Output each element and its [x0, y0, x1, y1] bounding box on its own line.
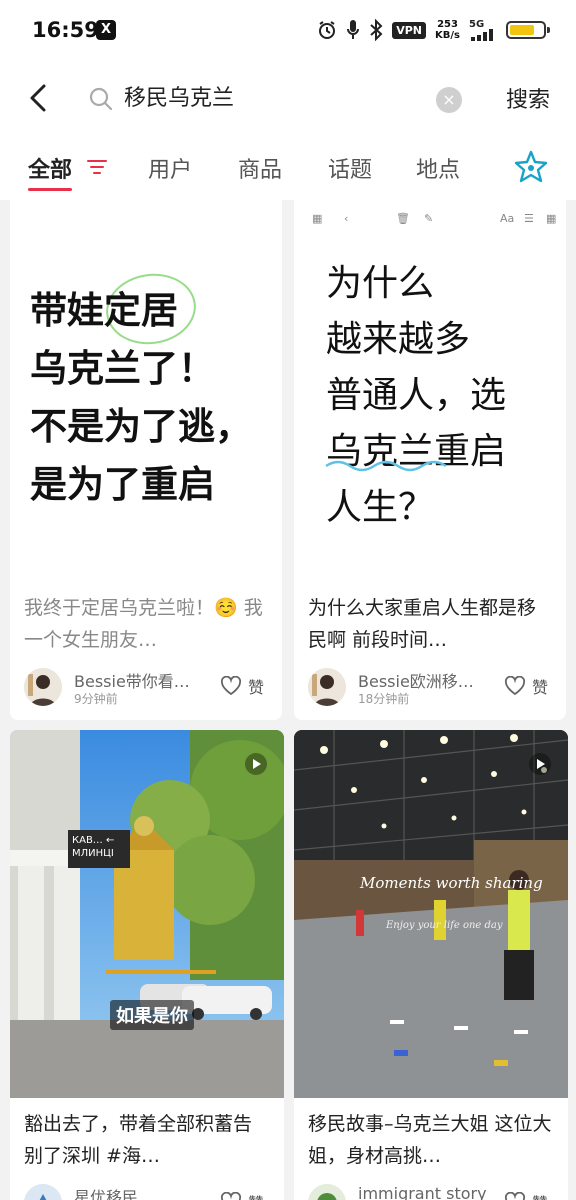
post-time: 18分钟前: [358, 692, 410, 706]
network-speed-unit: KB/s: [435, 30, 460, 41]
like-label[interactable]: 赞: [532, 674, 548, 698]
note-title: 豁出去了，带着全部积蓄告别了深圳 #海…: [24, 1113, 253, 1167]
note-card[interactable]: ▦ ‹ 🗑 ✎ Aa ☰ ▦ 为什么 越来越多 普通人，选 乌克兰重启 人生？ …: [294, 200, 566, 720]
result-tabs: 全部 用户 商品 话题 地点: [0, 138, 576, 200]
avatar[interactable]: [308, 1184, 346, 1200]
status-icons: VPN 253 KB/s 5G: [317, 16, 550, 44]
status-time: 16:59: [32, 18, 99, 42]
cover-line: 人生？: [326, 487, 435, 528]
play-icon: [529, 753, 551, 775]
author-name[interactable]: Bessie带你看…: [74, 668, 208, 692]
battery-level: [510, 25, 534, 35]
bluetooth-icon: [370, 19, 383, 41]
cover-line: 越来越多: [326, 319, 471, 360]
ai-star-icon[interactable]: [512, 148, 550, 186]
shop-sign: КАВ… ← МЛИНЦІ: [68, 830, 130, 868]
editor-toolbar: ▦ ‹ 🗑 ✎ Aa ☰ ▦: [294, 210, 566, 230]
trash-icon: 🗑: [396, 212, 410, 225]
x-app-notification-icon: X: [96, 20, 116, 40]
cover-line: 不是为了逃，: [30, 405, 252, 448]
note-cover-photo: Moments worth sharing Enjoy your life on…: [294, 730, 568, 1098]
active-tab-indicator: [28, 188, 72, 191]
cover-text: 为什么 越来越多 普通人，选 乌克兰重启 人生？: [326, 256, 506, 536]
search-input[interactable]: 移民乌克兰 ×: [78, 74, 476, 124]
heart-icon[interactable]: [220, 1192, 242, 1200]
battery-tip: [547, 27, 550, 33]
avatar[interactable]: [308, 668, 346, 706]
play-icon: [245, 753, 267, 775]
avatar[interactable]: [24, 668, 62, 706]
cover-line: 是为了重启: [30, 463, 215, 506]
search-header: 移民乌克兰 × 搜索: [0, 60, 576, 138]
vpn-badge: VPN: [392, 21, 427, 39]
like-label[interactable]: 赞: [532, 1190, 548, 1200]
like-label[interactable]: 赞: [248, 674, 264, 698]
avatar[interactable]: [24, 1184, 62, 1200]
underline-squiggle: [325, 460, 447, 472]
signal-icon: [471, 29, 493, 41]
note-meta: Bessie欧洲移… 18分钟前 赞: [308, 668, 554, 712]
search-icon: [89, 87, 113, 111]
overlay-script-text: Moments worth sharing: [360, 874, 543, 892]
note-card[interactable]: КАВ… ← МЛИНЦІ 如果是你 豁出去了，带着全部积蓄告别了深圳 #海… …: [10, 730, 284, 1200]
note-card[interactable]: 带娃定居 乌克兰了！ 不是为了逃， 是为了重启 我终于定居乌克兰啦！☺️ 我一个…: [10, 200, 282, 720]
note-card[interactable]: Moments worth sharing Enjoy your life on…: [294, 730, 568, 1200]
tab-users[interactable]: 用户: [148, 152, 192, 184]
cover-text: 带娃定居 乌克兰了！ 不是为了逃， 是为了重启: [30, 282, 252, 514]
network-speed: 253 KB/s: [435, 19, 460, 41]
heart-icon[interactable]: [504, 1192, 526, 1200]
alarm-icon: [319, 21, 336, 39]
table-icon: ▦: [546, 212, 557, 225]
warehouse-photo: [294, 730, 568, 1098]
results-feed: 带娃定居 乌克兰了！ 不是为了逃， 是为了重启 我终于定居乌克兰啦！☺️ 我一个…: [0, 200, 576, 1200]
clear-search-button[interactable]: ×: [436, 87, 462, 113]
note-title: 移民故事–乌克兰大姐 这位大姐，身材高挑…: [308, 1113, 552, 1167]
network-speed-value: 253: [437, 19, 458, 30]
back-button[interactable]: [20, 78, 60, 118]
grid-icon: ▦: [312, 212, 323, 225]
note-cover: ▦ ‹ 🗑 ✎ Aa ☰ ▦ 为什么 越来越多 普通人，选 乌克兰重启 人生？: [294, 200, 566, 586]
filter-icon[interactable]: [86, 158, 108, 176]
tab-all[interactable]: 全部: [28, 152, 72, 184]
cover-line: 普通人，选: [326, 375, 507, 416]
microphone-icon: [347, 20, 360, 39]
battery-icon: [506, 21, 550, 39]
note-title: 为什么大家重启人生都是移民啊 前段时间…: [308, 597, 537, 651]
tab-products[interactable]: 商品: [238, 152, 282, 184]
video-caption: 如果是你: [110, 1000, 194, 1030]
search-query: 移民乌克兰: [124, 86, 235, 111]
post-time: 9分钟前: [74, 692, 118, 706]
tab-places[interactable]: 地点: [416, 152, 460, 184]
author-name[interactable]: immigrant story: [358, 1184, 492, 1200]
heart-icon[interactable]: [504, 676, 526, 696]
note-meta: immigrant story 赞: [308, 1184, 554, 1200]
cover-line: 为什么: [326, 263, 435, 304]
street-photo: [10, 730, 284, 1098]
note-meta: 星优移民 赞: [24, 1184, 270, 1200]
cover-line: 乌克兰了！: [30, 347, 215, 390]
author-name[interactable]: 星优移民: [74, 1184, 208, 1200]
network-type: 5G: [469, 19, 497, 41]
status-bar: 16:59 X VPN 253 KB/s 5G: [0, 0, 576, 60]
chevron-left-icon: ‹: [344, 212, 349, 225]
edit-icon: ✎: [424, 212, 434, 225]
overlay-script-subtext: Enjoy your life one day: [386, 920, 503, 931]
search-button[interactable]: 搜索: [506, 82, 550, 114]
heart-icon[interactable]: [220, 676, 242, 696]
cover-line: 带娃定居: [30, 289, 178, 332]
note-title: 我终于定居乌克兰啦！☺️ 我一个女生朋友…: [24, 597, 263, 651]
author-name[interactable]: Bessie欧洲移…: [358, 668, 492, 692]
like-label[interactable]: 赞: [248, 1190, 264, 1200]
note-meta: Bessie带你看… 9分钟前 赞: [24, 668, 270, 712]
note-cover-photo: КАВ… ← МЛИНЦІ 如果是你: [10, 730, 284, 1098]
tab-topics[interactable]: 话题: [328, 152, 372, 184]
list-icon: ☰: [524, 212, 534, 225]
font-icon: Aa: [500, 212, 515, 225]
note-cover: 带娃定居 乌克兰了！ 不是为了逃， 是为了重启: [10, 200, 282, 586]
